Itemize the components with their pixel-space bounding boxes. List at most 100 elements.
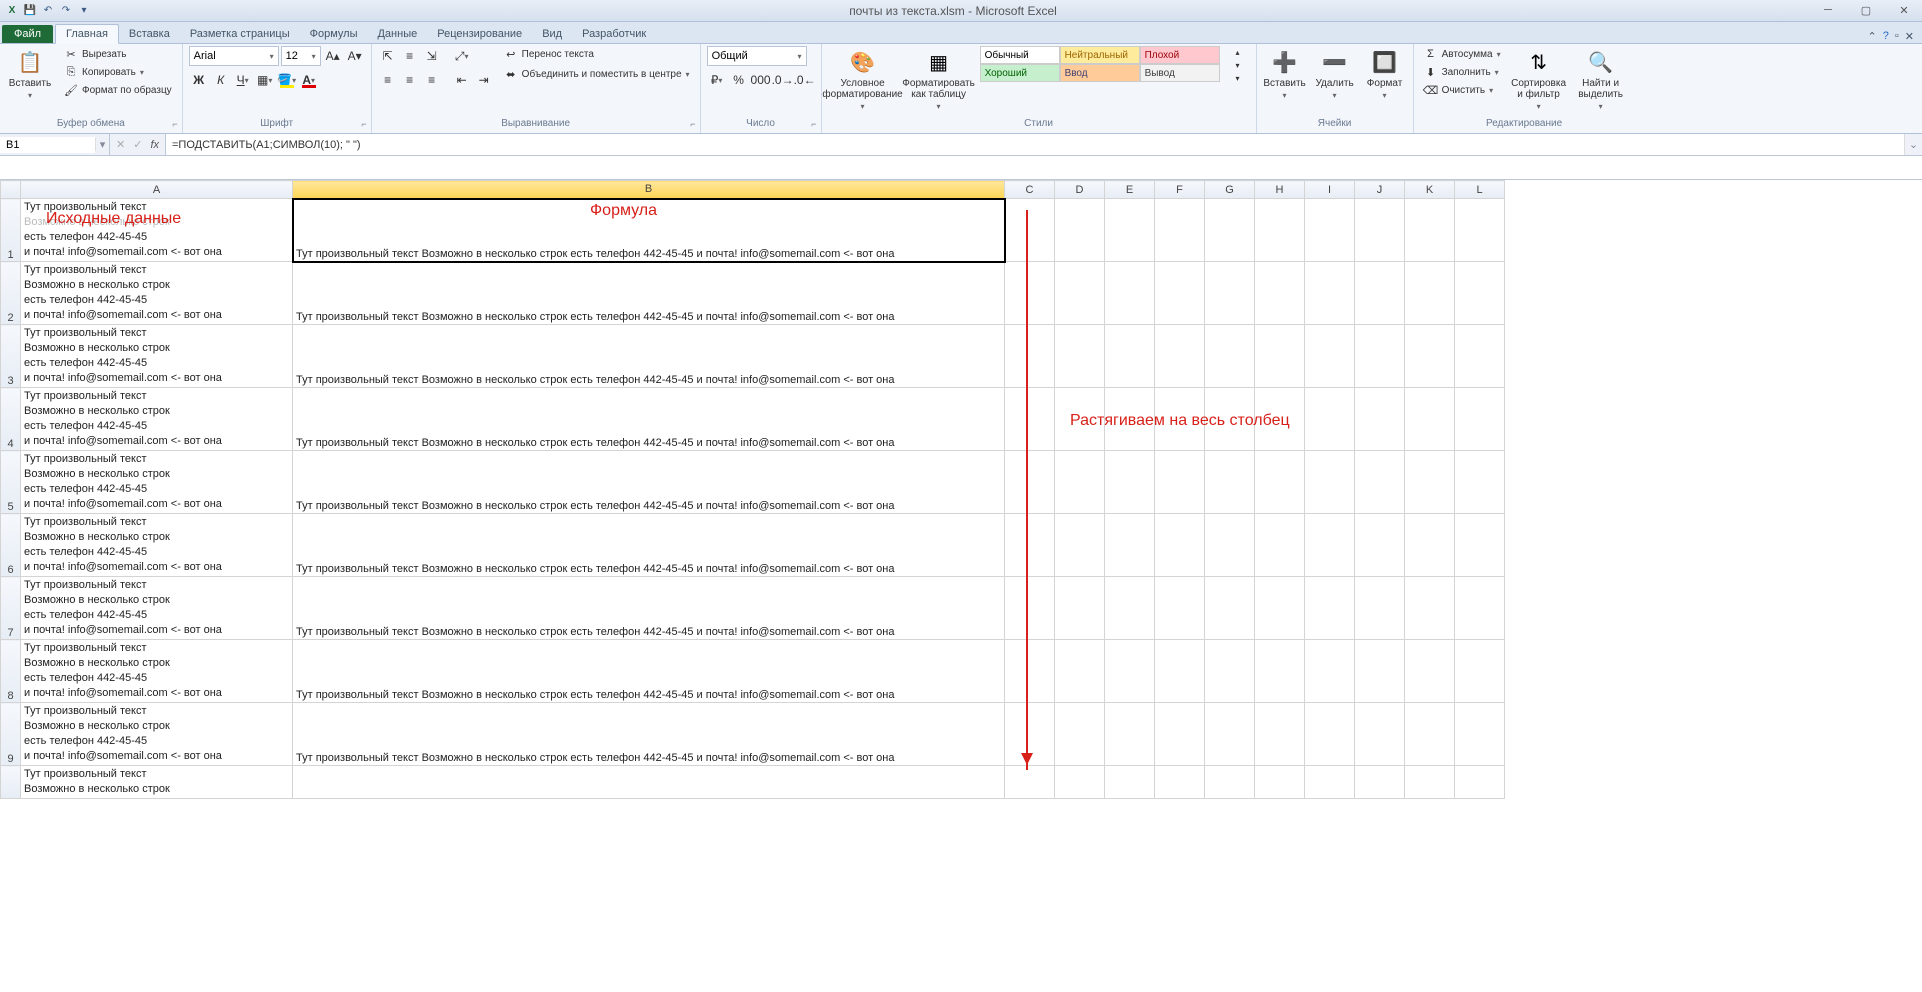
cell-empty[interactable] bbox=[1305, 262, 1355, 325]
tab-developer[interactable]: Разработчик bbox=[572, 25, 656, 43]
cell-empty[interactable] bbox=[1105, 325, 1155, 388]
style-normal[interactable]: Обычный bbox=[980, 46, 1060, 64]
row-header[interactable]: 3 bbox=[1, 325, 21, 388]
font-size-select[interactable]: 12▾ bbox=[281, 46, 321, 66]
name-box-input[interactable] bbox=[0, 137, 95, 153]
cell-empty[interactable] bbox=[1255, 514, 1305, 577]
cell-empty[interactable] bbox=[1305, 766, 1355, 799]
cell-empty[interactable] bbox=[1305, 577, 1355, 640]
cell-empty[interactable] bbox=[1455, 766, 1505, 799]
cell-empty[interactable] bbox=[1105, 451, 1155, 514]
autosum-button[interactable]: ΣАвтосумма▾ bbox=[1420, 46, 1505, 62]
cell-data[interactable]: Тут произвольный текст Возможно в нескол… bbox=[21, 766, 293, 799]
font-color-icon[interactable]: A▾ bbox=[299, 70, 319, 90]
align-right-icon[interactable]: ≡ bbox=[422, 70, 442, 90]
clear-button[interactable]: ⌫Очистить▾ bbox=[1420, 82, 1505, 98]
window-restore-icon[interactable]: ▫ bbox=[1895, 30, 1899, 43]
cell-empty[interactable] bbox=[1355, 388, 1405, 451]
cell-data[interactable]: Тут произвольный текст Возможно в нескол… bbox=[21, 199, 293, 262]
help-icon[interactable]: ? bbox=[1883, 30, 1889, 43]
cell-empty[interactable] bbox=[1055, 577, 1105, 640]
increase-indent-icon[interactable]: ⇥ bbox=[474, 70, 494, 90]
cell-formula-result[interactable]: Тут произвольный текст Возможно в нескол… bbox=[293, 514, 1005, 577]
fx-icon[interactable]: fx bbox=[150, 139, 159, 151]
cell-formula-result[interactable]: Тут произвольный текст Возможно в нескол… bbox=[293, 577, 1005, 640]
name-box-dropdown-icon[interactable]: ▾ bbox=[95, 138, 109, 151]
tab-review[interactable]: Рецензирование bbox=[427, 25, 532, 43]
cell-empty[interactable] bbox=[1005, 325, 1055, 388]
row-header[interactable] bbox=[1, 766, 21, 799]
cell-empty[interactable] bbox=[1355, 451, 1405, 514]
conditional-format-button[interactable]: 🎨 Условное форматирование▾ bbox=[828, 46, 898, 113]
cell-empty[interactable] bbox=[1005, 514, 1055, 577]
column-header-G[interactable]: G bbox=[1205, 181, 1255, 199]
cell-data[interactable]: Тут произвольный текст Возможно в нескол… bbox=[21, 451, 293, 514]
cell-empty[interactable] bbox=[1405, 325, 1455, 388]
cancel-formula-icon[interactable]: ✕ bbox=[116, 138, 125, 151]
format-cells-button[interactable]: 🔲Формат▾ bbox=[1363, 46, 1407, 102]
styles-more-icon[interactable]: ▾ bbox=[1228, 72, 1248, 84]
cell-empty[interactable] bbox=[1255, 703, 1305, 766]
merge-center-button[interactable]: ⬌Объединить и поместить в центре▾ bbox=[500, 66, 694, 82]
cell-empty[interactable] bbox=[1305, 325, 1355, 388]
cell-empty[interactable] bbox=[1455, 577, 1505, 640]
cell-empty[interactable] bbox=[1155, 388, 1205, 451]
row-header[interactable]: 1 bbox=[1, 199, 21, 262]
cell-empty[interactable] bbox=[1405, 766, 1455, 799]
cut-button[interactable]: ✂Вырезать bbox=[60, 46, 176, 62]
styles-down-icon[interactable]: ▾ bbox=[1228, 59, 1248, 71]
cell-empty[interactable] bbox=[1155, 577, 1205, 640]
cell-empty[interactable] bbox=[1255, 577, 1305, 640]
align-left-icon[interactable]: ≡ bbox=[378, 70, 398, 90]
cell-empty[interactable] bbox=[1205, 640, 1255, 703]
cell-empty[interactable] bbox=[1105, 640, 1155, 703]
align-middle-icon[interactable]: ≡ bbox=[400, 46, 420, 66]
cell-empty[interactable] bbox=[1055, 388, 1105, 451]
cell-empty[interactable] bbox=[1155, 262, 1205, 325]
number-dialog-icon[interactable]: ⌐ bbox=[811, 117, 816, 131]
cell-empty[interactable] bbox=[1255, 325, 1305, 388]
cell-empty[interactable] bbox=[1355, 262, 1405, 325]
column-header-K[interactable]: K bbox=[1405, 181, 1455, 199]
cell-empty[interactable] bbox=[1155, 766, 1205, 799]
cell-empty[interactable] bbox=[1205, 451, 1255, 514]
row-header[interactable]: 4 bbox=[1, 388, 21, 451]
cell-empty[interactable] bbox=[1405, 514, 1455, 577]
align-top-icon[interactable]: ⇱ bbox=[378, 46, 398, 66]
name-box[interactable]: ▾ bbox=[0, 134, 110, 155]
cell-empty[interactable] bbox=[1055, 514, 1105, 577]
decrease-indent-icon[interactable]: ⇤ bbox=[452, 70, 472, 90]
style-bad[interactable]: Плохой bbox=[1140, 46, 1220, 64]
cell-empty[interactable] bbox=[1355, 577, 1405, 640]
cell-empty[interactable] bbox=[1355, 514, 1405, 577]
cell-formula-result[interactable]: Тут произвольный текст Возможно в нескол… bbox=[293, 451, 1005, 514]
qat-dropdown-icon[interactable]: ▾ bbox=[76, 3, 92, 19]
cell-formula-result[interactable]: Тут произвольный текст Возможно в нескол… bbox=[293, 640, 1005, 703]
cell-empty[interactable] bbox=[1255, 388, 1305, 451]
percent-icon[interactable]: % bbox=[729, 70, 749, 90]
cell-empty[interactable] bbox=[1405, 451, 1455, 514]
cell-empty[interactable] bbox=[1005, 262, 1055, 325]
fill-color-icon[interactable]: 🪣▾ bbox=[277, 70, 297, 90]
cell-empty[interactable] bbox=[1105, 766, 1155, 799]
column-header-B[interactable]: B bbox=[293, 181, 1005, 199]
cell-empty[interactable] bbox=[1005, 199, 1055, 262]
cell-empty[interactable] bbox=[1255, 766, 1305, 799]
shrink-font-icon[interactable]: A▾ bbox=[345, 46, 365, 66]
find-select-button[interactable]: 🔍Найти и выделить▾ bbox=[1573, 46, 1629, 113]
cell-empty[interactable] bbox=[1455, 451, 1505, 514]
font-dialog-icon[interactable]: ⌐ bbox=[361, 117, 366, 131]
column-header-I[interactable]: I bbox=[1305, 181, 1355, 199]
paste-button[interactable]: 📋 Вставить ▾ bbox=[6, 46, 54, 102]
number-format-select[interactable]: Общий▾ bbox=[707, 46, 807, 66]
cell-empty[interactable] bbox=[1155, 199, 1205, 262]
cell-empty[interactable] bbox=[1255, 451, 1305, 514]
select-all-corner[interactable] bbox=[1, 181, 21, 199]
increase-decimal-icon[interactable]: .0→ bbox=[773, 70, 793, 90]
redo-icon[interactable]: ↷ bbox=[58, 3, 74, 19]
cell-empty[interactable] bbox=[1055, 451, 1105, 514]
cell-empty[interactable] bbox=[1005, 577, 1055, 640]
worksheet-grid[interactable]: ABCDEFGHIJKL 1Тут произвольный текст Воз… bbox=[0, 180, 1922, 992]
tab-home[interactable]: Главная bbox=[55, 24, 119, 44]
clipboard-dialog-icon[interactable]: ⌐ bbox=[172, 117, 177, 131]
